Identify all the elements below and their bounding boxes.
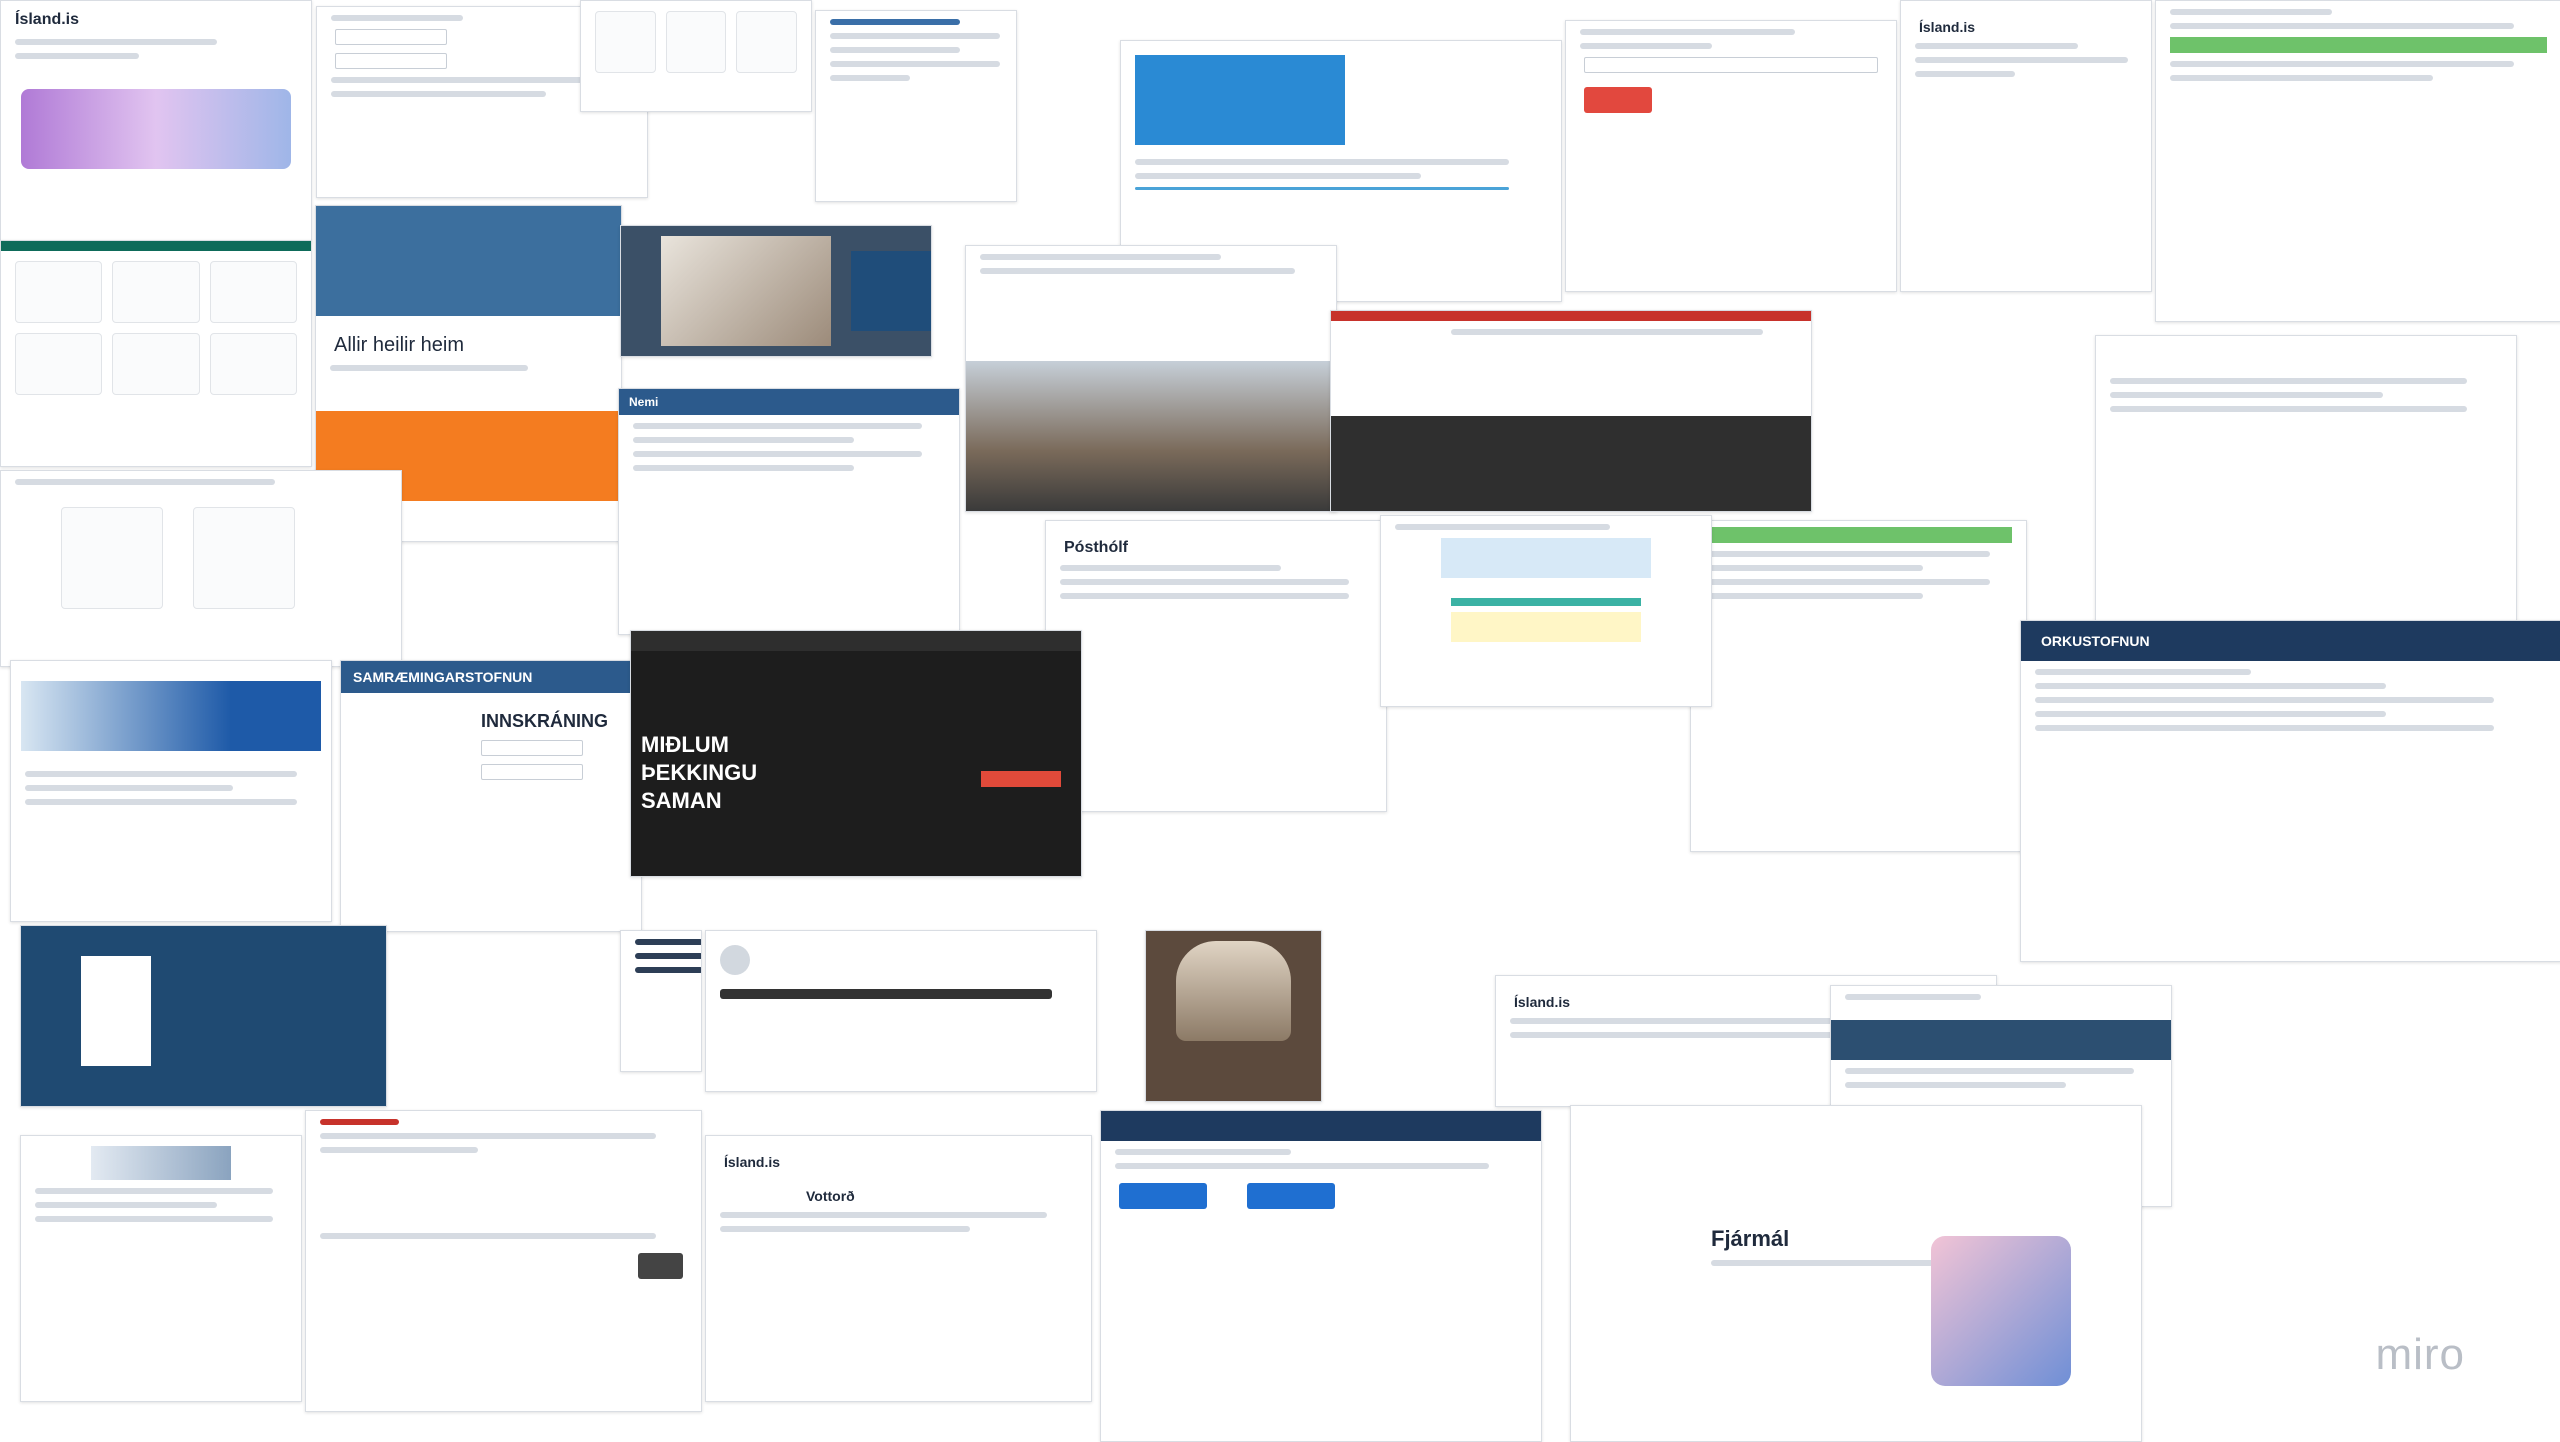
tile-island-home: Ísland.is xyxy=(0,0,312,242)
document-preview xyxy=(81,956,151,1066)
tile-ornustofnun: ORKUSTOFNUN xyxy=(2020,620,2560,962)
tile-mitt-island xyxy=(1380,515,1712,707)
yellow-alert xyxy=(1451,612,1641,642)
tile-owl xyxy=(1145,930,1322,1102)
login-title: INNSKRÁNING xyxy=(481,711,609,731)
tile-title: Ísland.is xyxy=(724,1154,781,1170)
blue-button[interactable] xyxy=(1247,1183,1336,1209)
tile-postholf: Pósthólf xyxy=(1045,520,1387,812)
illustration-person xyxy=(1931,1236,2071,1386)
hero-blue xyxy=(1135,55,1345,145)
nemi-header: Nemi xyxy=(619,389,959,415)
tile-title: Ísland.is xyxy=(1919,19,1976,35)
blue-button[interactable] xyxy=(1119,1183,1207,1209)
tile-island-right: Ísland.is xyxy=(1900,0,2152,292)
illustration-people xyxy=(21,89,291,169)
top-nav xyxy=(1101,1111,1541,1141)
tile-nemi-list: Nemi xyxy=(618,388,960,635)
dark-button[interactable] xyxy=(638,1253,683,1279)
tile-icon-toolbar xyxy=(580,0,812,112)
page-headline: Allir heilir heim xyxy=(334,334,465,356)
tile-midlum: MIÐLUM ÞEKKINGU SAMAN xyxy=(630,630,1082,877)
banner-photo xyxy=(91,1146,231,1180)
tile-avatar-page xyxy=(705,930,1097,1092)
tile-title: Ísland.is xyxy=(15,11,80,28)
top-bar xyxy=(1,241,311,251)
info-box xyxy=(1441,538,1651,578)
hero-line-1: MIÐLUM xyxy=(641,732,729,757)
tile-sidebar-nav xyxy=(620,930,702,1072)
tile-fjarmal: Fjármál xyxy=(1570,1105,2142,1442)
progress-bar xyxy=(1451,598,1641,606)
password-field[interactable] xyxy=(335,53,447,69)
tile-form-document xyxy=(815,10,1017,202)
tile-dark-site xyxy=(1330,310,1812,512)
tile-two-panels xyxy=(305,1110,702,1412)
doctors-photo xyxy=(21,681,321,751)
hero-blue xyxy=(316,206,621,316)
tile-table-page xyxy=(2155,0,2560,322)
dark-footer xyxy=(1331,416,1811,511)
owl-photo xyxy=(1176,941,1291,1041)
red-button[interactable] xyxy=(1584,87,1652,113)
tile-form-page xyxy=(1100,1110,1542,1442)
tile-photo-glasses xyxy=(620,225,932,357)
tile-portal-left xyxy=(20,1135,302,1402)
tile-heilsuvera xyxy=(2095,335,2517,622)
tile-title xyxy=(2114,354,2498,370)
tile-navy-document xyxy=(20,925,387,1107)
navy-banner xyxy=(1831,1020,2171,1060)
dark-nav xyxy=(631,631,1081,651)
red-cta[interactable] xyxy=(981,771,1061,787)
ornustofnun-header: ORKUSTOFNUN xyxy=(2021,621,2560,661)
tile-landscape xyxy=(965,245,1337,512)
red-nav xyxy=(1331,311,1811,321)
hero-line-3: SAMAN xyxy=(641,788,722,813)
avatar xyxy=(720,945,750,975)
site-header: SAMRÆMINGARSTOFNUN xyxy=(341,661,641,693)
tile-steps-form xyxy=(1565,20,1897,292)
tile-services-grid xyxy=(0,240,312,467)
postholf-title: Pósthólf xyxy=(1064,539,1128,556)
landscape-photo xyxy=(966,361,1336,511)
vottord-title: Vottorð xyxy=(806,1188,855,1204)
username-field[interactable] xyxy=(335,29,447,45)
miro-watermark: miro xyxy=(2375,1330,2465,1379)
photo-glasses xyxy=(661,236,831,346)
tile-list-green xyxy=(1690,520,2027,852)
tile-island-list: Ísland.is Vottorð xyxy=(705,1135,1092,1402)
navy-panel xyxy=(851,251,931,331)
tile-healthcare xyxy=(10,660,332,922)
tile-innskraning: SAMRÆMINGARSTOFNUN INNSKRÁNING xyxy=(340,660,642,932)
tile-form-boxes xyxy=(0,470,402,667)
